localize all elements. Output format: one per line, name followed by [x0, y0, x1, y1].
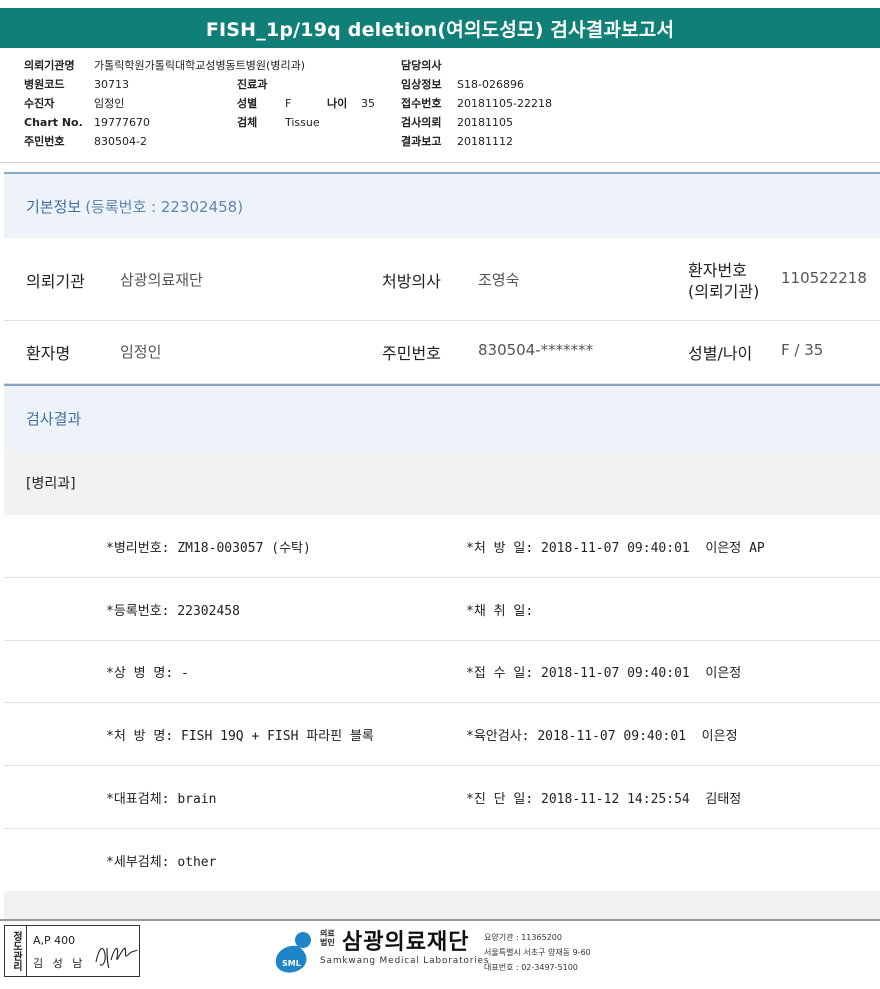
- institution-label: 의뢰기관: [26, 272, 85, 291]
- patient-number-value: 110522218: [781, 269, 867, 287]
- patient-name-value: 임정인: [120, 343, 162, 361]
- result-right: *진 단 일: 2018-11-12 14:25:54 김태정: [466, 792, 742, 807]
- logo-contact-info: 요양기관 : 11365200 서울특별시 서초구 양재동 9-60 대표번호 …: [484, 930, 591, 975]
- result-row: *상 병 명: - *접 수 일: 2018-11-07 09:40:01 이은…: [4, 640, 880, 703]
- quality-control-stamp: 정도관리 A,P 400 김 성 남: [4, 925, 140, 977]
- age-label: 나이: [327, 97, 348, 110]
- header-value: 30713: [94, 78, 129, 91]
- samkwang-logo: SML 의료 법인 삼광의료재단 Samkwang Medical Labora…: [270, 924, 600, 980]
- header-row: 접수번호 20181105-22218: [401, 94, 552, 113]
- header-row: 결과보고 20181112: [401, 132, 552, 151]
- results-title: 검사결과: [26, 410, 82, 428]
- basic-info-row-2: 환자명 임정인 주민번호 830504-******* 성별/나이 F / 35: [4, 321, 880, 384]
- header-value: 830504-2: [94, 135, 147, 148]
- header-value: Tissue: [285, 116, 320, 129]
- result-right: *처 방 일: 2018-11-07 09:40:01 이은정 AP: [466, 541, 765, 556]
- result-row: *처 방 명: FISH 19Q + FISH 파라핀 블록 *육안검사: 20…: [4, 703, 880, 766]
- header-row: 임상정보 S18-026896: [401, 75, 552, 94]
- header-label: 의뢰기관명: [24, 59, 75, 72]
- header-col-middle: 진료과 성별 F 나이 35 검체 Tissue: [237, 75, 375, 132]
- result-right: *접 수 일: 2018-11-07 09:40:01 이은정: [466, 666, 742, 681]
- registration-number: (등록번호 : 22302458): [85, 197, 244, 216]
- stamp-side-label: 정도관리: [5, 926, 27, 976]
- provider-code: 요양기관 : 11365200: [484, 933, 562, 942]
- stamp-line-1: A,P 400: [33, 934, 76, 947]
- header-value: 가톨릭학원가톨릭대학교성병동트병원(병리과): [94, 59, 305, 72]
- header-label: 임상정보: [401, 78, 442, 91]
- doctor-value: 조영숙: [478, 271, 520, 289]
- rrn-value: 830504-*******: [478, 341, 594, 359]
- header-label: 결과보고: [401, 135, 442, 148]
- result-row: *병리번호: ZM18-003057 (수탁) *처 방 일: 2018-11-…: [4, 515, 880, 578]
- result-left: *병리번호: ZM18-003057 (수탁): [106, 541, 311, 556]
- header-label: 수진자: [24, 97, 55, 110]
- results-heading: 검사결과: [4, 384, 880, 451]
- header-label: Chart No.: [24, 116, 83, 129]
- basic-info-heading: 기본정보 (등록번호 : 22302458): [4, 172, 880, 238]
- age-value: 35: [361, 97, 375, 110]
- basic-info-row-1: 의뢰기관 삼광의료재단 처방의사 조영숙 환자번호 (의뢰기관) 1105222…: [4, 238, 880, 321]
- header-label: 병원코드: [24, 78, 65, 91]
- header-value: 20181105: [457, 116, 513, 129]
- department-label: [병리과]: [4, 451, 880, 515]
- bottom-spacer: [4, 891, 880, 919]
- header-row: 검사의뢰 20181105: [401, 113, 552, 132]
- result-left: *처 방 명: FISH 19Q + FISH 파라핀 블록: [106, 729, 374, 744]
- sex-age-value: F / 35: [781, 341, 824, 359]
- footer-divider: [0, 919, 880, 921]
- doctor-label: 처방의사: [382, 272, 441, 291]
- header-label: 성별: [237, 97, 258, 110]
- result-right: *채 취 일:: [466, 604, 534, 619]
- patient-name-label: 환자명: [26, 344, 71, 363]
- result-left: *등록번호: 22302458: [106, 604, 240, 619]
- header-value: 19777670: [94, 116, 150, 129]
- header-label: 진료과: [237, 78, 268, 91]
- institution-value: 삼광의료재단: [120, 271, 203, 289]
- header-label: 담당의사: [401, 59, 442, 72]
- logo-badge-text: SML: [282, 959, 301, 968]
- header-value: F: [285, 97, 292, 110]
- result-row: *등록번호: 22302458 *채 취 일:: [4, 578, 880, 641]
- patient-number-sublabel: (의뢰기관): [688, 282, 760, 301]
- header-label: 검사의뢰: [401, 116, 442, 129]
- header-label: 접수번호: [401, 97, 442, 110]
- header-row: 의뢰기관명 가톨릭학원가톨릭대학교성병동트병원(병리과): [24, 56, 305, 75]
- header-divider: [0, 162, 880, 163]
- address: 서울특별시 서초구 양재동 9-60: [484, 948, 591, 957]
- result-row: *세부검체: other: [4, 829, 880, 892]
- basic-info-title: 기본정보: [26, 197, 82, 216]
- rrn-label: 주민번호: [382, 344, 441, 363]
- sml-logo-icon: SML: [275, 932, 311, 973]
- header-label: 주민번호: [24, 135, 65, 148]
- result-right: *육안검사: 2018-11-07 09:40:01 이은정: [466, 729, 738, 744]
- header-row: 성별 F 나이 35: [237, 94, 375, 113]
- result-left: *상 병 명: -: [106, 666, 189, 681]
- logo-english-name: Samkwang Medical Laboratories: [320, 956, 490, 966]
- phone-number: 대표번호 : 02-3497-5100: [484, 963, 578, 972]
- signature-icon: [95, 947, 138, 969]
- report-header: 의뢰기관명 가톨릭학원가톨릭대학교성병동트병원(병리과) 병원코드 30713 수진…: [0, 52, 880, 162]
- header-row: 검체 Tissue: [237, 113, 375, 132]
- header-col-right: 담당의사 임상정보 S18-026896 접수번호 20181105-22218 검…: [401, 56, 552, 151]
- logo-name: 삼광의료재단: [342, 930, 470, 955]
- header-value: 20181105-22218: [457, 97, 552, 110]
- header-row: 담당의사: [401, 56, 552, 75]
- logo-legal-label: 의료 법인: [320, 929, 335, 947]
- header-value: 20181112: [457, 135, 513, 148]
- report-title: FISH_1p/19q deletion(여의도성모) 검사결과보고서: [0, 8, 880, 48]
- result-left: *세부검체: other: [106, 855, 217, 870]
- stamp-line-2: 김 성 남: [33, 957, 86, 970]
- header-label: 검체: [237, 116, 258, 129]
- header-value: S18-026896: [457, 78, 524, 91]
- result-row: *대표검체: brain *진 단 일: 2018-11-12 14:25:54…: [4, 766, 880, 829]
- result-left: *대표검체: brain: [106, 792, 217, 807]
- header-row: 주민번호 830504-2: [24, 132, 305, 151]
- header-row: 진료과: [237, 75, 375, 94]
- header-value: 임정인: [94, 97, 125, 110]
- sex-age-label: 성별/나이: [688, 344, 753, 363]
